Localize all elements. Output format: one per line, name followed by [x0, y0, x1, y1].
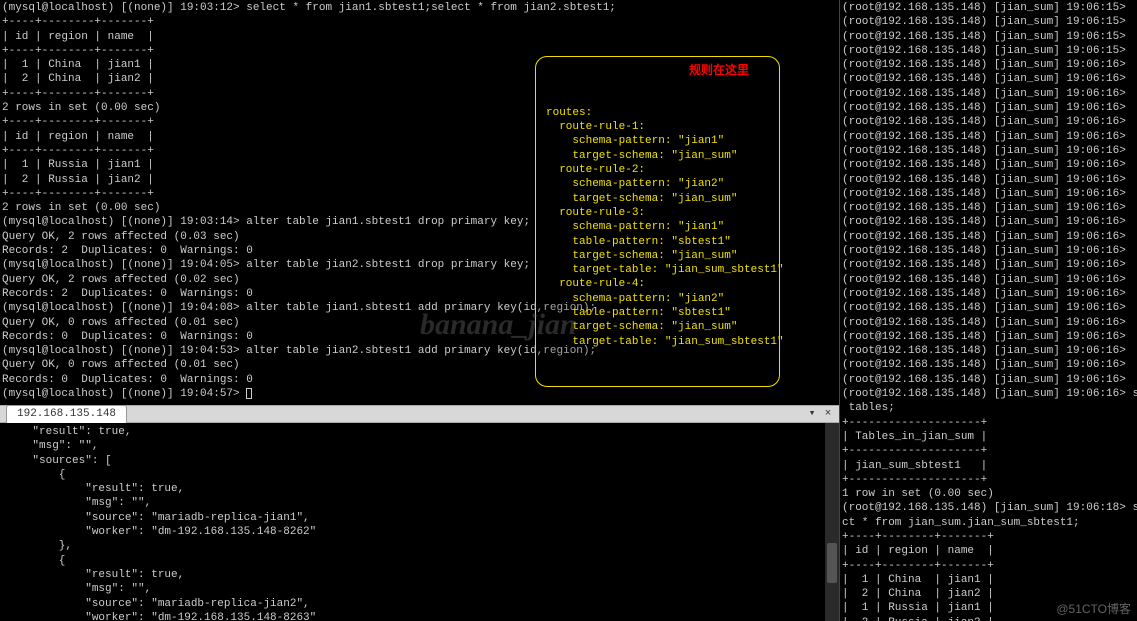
top-mysql-terminal[interactable]: (mysql@localhost) [(none)] 19:03:12> sel… — [0, 0, 839, 405]
terminal-line: (root@192.168.135.148) [jian_sum] 19:06:… — [842, 130, 1135, 144]
terminal-line: table-pattern: "sbtest1" — [546, 235, 769, 249]
terminal-line: { — [6, 468, 833, 482]
terminal-line: target-schema: "jian_sum" — [546, 192, 769, 206]
terminal-line: route-rule-4: — [546, 277, 769, 291]
terminal-line: "msg": "", — [6, 496, 833, 510]
annotation-title: 规则在这里 — [689, 63, 749, 79]
terminal-line: +--------------------+ — [842, 444, 1135, 458]
terminal-line: +--------------------+ — [842, 473, 1135, 487]
terminal-line: (root@192.168.135.148) [jian_sum] 19:06:… — [842, 287, 1135, 301]
terminal-line: (root@192.168.135.148) [jian_sum] 19:06:… — [842, 373, 1135, 387]
terminal-line: target-schema: "jian_sum" — [546, 249, 769, 263]
terminal-line: | 1 | China | jian1 | — [842, 573, 1135, 587]
terminal-line: route-rule-1: — [546, 120, 769, 134]
tab-dropdown-icon[interactable]: ▾ — [805, 407, 819, 421]
terminal-line: (root@192.168.135.148) [jian_sum] 19:06:… — [842, 173, 1135, 187]
terminal-line: "msg": "", — [6, 439, 833, 453]
terminal-line: | 2 | China | jian2 | — [842, 587, 1135, 601]
terminal-line: (root@192.168.135.148) [jian_sum] 19:06:… — [842, 115, 1135, 129]
terminal-line: tables; — [842, 401, 1135, 415]
terminal-line: (root@192.168.135.148) [jian_sum] 19:06:… — [842, 101, 1135, 115]
routes-annotation: 规则在这里 routes: route-rule-1: schema-patte… — [535, 56, 780, 387]
terminal-line: | id | region | name | — [2, 30, 837, 44]
terminal-line: +--------------------+ — [842, 416, 1135, 430]
terminal-line: (root@192.168.135.148) [jian_sum] 19:06:… — [842, 316, 1135, 330]
terminal-line: schema-pattern: "jian1" — [546, 220, 769, 234]
terminal-line: (root@192.168.135.148) [jian_sum] 19:06:… — [842, 187, 1135, 201]
terminal-line: (root@192.168.135.148) [jian_sum] 19:06:… — [842, 1, 1135, 15]
terminal-line: schema-pattern: "jian2" — [546, 177, 769, 191]
terminal-line: (mysql@localhost) [(none)] 19:04:57> — [2, 387, 837, 401]
terminal-line: (root@192.168.135.148) [jian_sum] 19:06:… — [842, 72, 1135, 86]
terminal-line: "worker": "dm-192.168.135.148-8262" — [6, 525, 833, 539]
terminal-line: (root@192.168.135.148) [jian_sum] 19:06:… — [842, 15, 1135, 29]
tab-host[interactable]: 192.168.135.148 — [6, 405, 127, 422]
terminal-line: (root@192.168.135.148) [jian_sum] 19:06:… — [842, 301, 1135, 315]
scrollbar-vertical[interactable] — [825, 423, 839, 621]
terminal-line: (root@192.168.135.148) [jian_sum] 19:06:… — [842, 58, 1135, 72]
tab-close-icon[interactable]: × — [821, 407, 835, 421]
terminal-line: "worker": "dm-192.168.135.148-8263" — [6, 611, 833, 621]
terminal-line: route-rule-2: — [546, 163, 769, 177]
terminal-line: (root@192.168.135.148) [jian_sum] 19:06:… — [842, 230, 1135, 244]
terminal-line: (root@192.168.135.148) [jian_sum] 19:06:… — [842, 273, 1135, 287]
terminal-line: "result": true, — [6, 568, 833, 582]
terminal-line: (root@192.168.135.148) [jian_sum] 19:06:… — [842, 387, 1135, 401]
terminal-line: "source": "mariadb-replica-jian1", — [6, 511, 833, 525]
scrollbar-thumb[interactable] — [827, 543, 837, 583]
terminal-line: }, — [6, 539, 833, 553]
terminal-line: +----+--------+-------+ — [842, 559, 1135, 573]
terminal-line: "sources": [ — [6, 454, 833, 468]
terminal-line: (root@192.168.135.148) [jian_sum] 19:06:… — [842, 244, 1135, 258]
terminal-line: "msg": "", — [6, 582, 833, 596]
terminal-line: (root@192.168.135.148) [jian_sum] 19:06:… — [842, 358, 1135, 372]
terminal-line: (root@192.168.135.148) [jian_sum] 19:06:… — [842, 215, 1135, 229]
terminal-line: target-schema: "jian_sum" — [546, 149, 769, 163]
terminal-line: | jian_sum_sbtest1 | — [842, 459, 1135, 473]
terminal-line: (root@192.168.135.148) [jian_sum] 19:06:… — [842, 44, 1135, 58]
bottom-json-terminal[interactable]: "result": true, "msg": "", "sources": [ … — [0, 423, 839, 621]
terminal-line: +----+--------+-------+ — [2, 15, 837, 29]
terminal-line: schema-pattern: "jian2" — [546, 292, 769, 306]
terminal-line: | Tables_in_jian_sum | — [842, 430, 1135, 444]
terminal-line: ct * from jian_sum.jian_sum_sbtest1; — [842, 516, 1135, 530]
terminal-line: (root@192.168.135.148) [jian_sum] 19:06:… — [842, 258, 1135, 272]
terminal-line: (root@192.168.135.148) [jian_sum] 19:06:… — [842, 201, 1135, 215]
terminal-line: { — [6, 554, 833, 568]
terminal-line: "source": "mariadb-replica-jian2", — [6, 597, 833, 611]
terminal-line: schema-pattern: "jian1" — [546, 134, 769, 148]
terminal-line: (root@192.168.135.148) [jian_sum] 19:06:… — [842, 30, 1135, 44]
terminal-line: route-rule-3: — [546, 206, 769, 220]
terminal-line: target-table: "jian_sum_sbtest1" — [546, 263, 769, 277]
terminal-line: | id | region | name | — [842, 544, 1135, 558]
terminal-line: routes: — [546, 106, 769, 120]
terminal-line: (root@192.168.135.148) [jian_sum] 19:06:… — [842, 344, 1135, 358]
terminal-line: "result": true, — [6, 482, 833, 496]
terminal-line: 1 row in set (0.00 sec) — [842, 487, 1135, 501]
right-mysql-terminal[interactable]: (root@192.168.135.148) [jian_sum] 19:06:… — [839, 0, 1137, 621]
terminal-line: (root@192.168.135.148) [jian_sum] 19:06:… — [842, 158, 1135, 172]
terminal-line: target-schema: "jian_sum" — [546, 320, 769, 334]
terminal-line: "result": true, — [6, 425, 833, 439]
terminal-line: table-pattern: "sbtest1" — [546, 306, 769, 320]
cursor — [246, 388, 252, 399]
terminal-line: (root@192.168.135.148) [jian_sum] 19:06:… — [842, 144, 1135, 158]
terminal-line: target-table: "jian_sum_sbtest1" — [546, 335, 769, 349]
terminal-line: (mysql@localhost) [(none)] 19:03:12> sel… — [2, 1, 837, 15]
terminal-line: +----+--------+-------+ — [842, 530, 1135, 544]
terminal-line: (root@192.168.135.148) [jian_sum] 19:06:… — [842, 330, 1135, 344]
tab-bar: 192.168.135.148 ▾ × — [0, 405, 839, 423]
terminal-line: (root@192.168.135.148) [jian_sum] 19:06:… — [842, 501, 1135, 515]
terminal-line: | 1 | Russia | jian1 | — [842, 601, 1135, 615]
terminal-line: | 2 | Russia | jian2 | — [842, 616, 1135, 621]
terminal-line: (root@192.168.135.148) [jian_sum] 19:06:… — [842, 87, 1135, 101]
